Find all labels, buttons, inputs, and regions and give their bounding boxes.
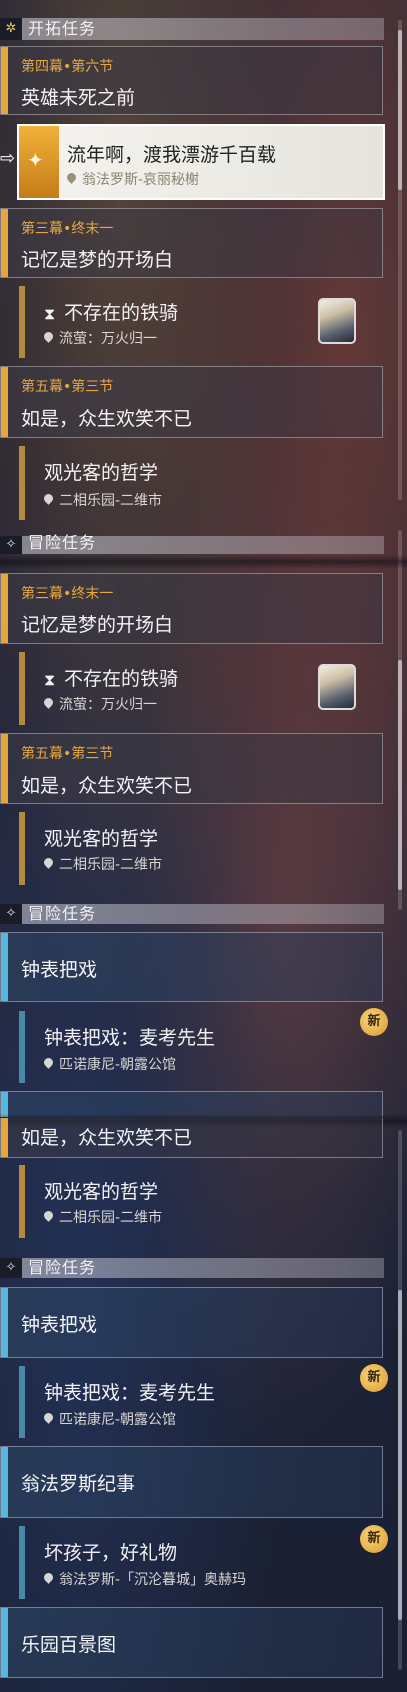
quest-title: 钟表把戏：麦考先生 xyxy=(44,1027,216,1049)
diamond-icon: ✧ xyxy=(0,536,22,554)
new-badge: 新 xyxy=(360,1364,388,1392)
new-badge: 新 xyxy=(360,1525,388,1553)
quest-location: 流萤：万火归一 xyxy=(44,694,157,714)
quest-title: 记忆是梦的开场白 xyxy=(21,249,174,271)
quest-chapter-tag: 第三幕•终末一 xyxy=(21,586,114,602)
section-header-adventure: ✧ 冒险任务 xyxy=(0,904,384,924)
sun-icon: ✲ xyxy=(0,18,22,40)
quest-title: 如是，众生欢笑不已 xyxy=(21,775,193,797)
location-pin-icon xyxy=(44,1573,53,1586)
quest-card[interactable]: 乐园百景图 xyxy=(0,1607,383,1678)
quest-title: 如是，众生欢笑不已 xyxy=(21,408,193,430)
quest-subitem[interactable]: 钟表把戏：麦考先生 匹诺康尼-朝露公馆 xyxy=(19,1011,383,1083)
quest-card[interactable]: 钟表把戏 xyxy=(0,932,383,1002)
location-pin-icon xyxy=(44,494,53,507)
quest-location: 翁法罗斯-哀丽秘榭 xyxy=(67,169,199,189)
location-pin-icon xyxy=(44,332,53,345)
quest-title: 英雄未死之前 xyxy=(21,87,136,109)
quest-title: ⧗ 不存在的铁骑 xyxy=(44,302,179,324)
quest-title: 流年啊，渡我漂游千百载 xyxy=(67,144,277,166)
quest-card[interactable]: 钟表把戏 xyxy=(0,1287,383,1358)
selection-pointer-icon: ⇨ xyxy=(0,148,16,169)
quest-card[interactable]: 第三幕•终末一 记忆是梦的开场白 xyxy=(0,573,383,644)
quest-title: 观光客的哲学 xyxy=(44,828,159,850)
quest-subitem[interactable]: 观光客的哲学 二相乐园-二维市 xyxy=(19,812,383,885)
location-pin-icon xyxy=(44,858,53,871)
quest-title: 钟表把戏 xyxy=(21,1314,98,1336)
quest-title: 翁法罗斯纪事 xyxy=(21,1473,136,1495)
section-header-trailblaze: ✲ 开拓任务 xyxy=(0,18,384,40)
quest-chapter-tag: 第三幕•终末一 xyxy=(21,221,114,237)
quest-location: 流萤：万火归一 xyxy=(44,328,157,348)
quest-card[interactable]: 第五幕•第三节 如是，众生欢笑不已 xyxy=(0,733,383,804)
quest-card[interactable]: 如是，众生欢笑不已 xyxy=(0,1118,383,1158)
section-title: 冒险任务 xyxy=(28,533,97,552)
scrollbar-thumb[interactable] xyxy=(398,30,402,190)
hourglass-icon: ⧗ xyxy=(44,670,56,689)
scrollbar-thumb[interactable] xyxy=(398,1290,402,1620)
location-pin-icon xyxy=(67,173,76,186)
quest-title: ⧗ 不存在的铁骑 xyxy=(44,668,179,690)
quest-card[interactable]: 第五幕•第三节 如是，众生欢笑不已 xyxy=(0,366,383,438)
section-title: 冒险任务 xyxy=(28,1258,97,1277)
quest-title: 钟表把戏：麦考先生 xyxy=(44,1382,216,1404)
location-pin-icon xyxy=(44,1413,53,1426)
scrollbar-thumb[interactable] xyxy=(398,660,402,890)
diamond-icon: ✧ xyxy=(0,1258,22,1278)
section-header-adventure: ✧ 冒险任务 xyxy=(0,533,384,554)
quest-card[interactable]: 第三幕•终末一 记忆是梦的开场白 xyxy=(0,208,383,278)
quest-card[interactable]: 翁法罗斯纪事 xyxy=(0,1446,383,1518)
character-avatar xyxy=(318,664,356,710)
quest-location: 二相乐园-二维市 xyxy=(44,1207,162,1227)
location-pin-icon xyxy=(44,698,53,711)
quest-title: 记忆是梦的开场白 xyxy=(21,614,174,636)
quest-title: 钟表把戏 xyxy=(21,959,98,981)
section-title: 冒险任务 xyxy=(28,904,97,923)
quest-card[interactable]: 第四幕•第六节 英雄未死之前 xyxy=(0,46,383,115)
section-title: 开拓任务 xyxy=(28,19,97,38)
quest-location: 二相乐园-二维市 xyxy=(44,854,162,874)
quest-chapter-tag: 第五幕•第三节 xyxy=(21,746,114,762)
location-pin-icon xyxy=(44,1058,53,1071)
quest-location: 二相乐园-二维市 xyxy=(44,490,162,510)
location-pin-icon xyxy=(44,1211,53,1224)
quest-location: 翁法罗斯-「沉沦暮城」奥赫玛 xyxy=(44,1569,246,1589)
quest-title: 如是，众生欢笑不已 xyxy=(21,1127,193,1149)
quest-title: 坏孩子，好礼物 xyxy=(44,1542,178,1564)
quest-title: 观光客的哲学 xyxy=(44,1181,159,1203)
quest-chapter-tag: 第五幕•第三节 xyxy=(21,379,114,395)
hourglass-icon: ⧗ xyxy=(44,304,56,323)
quest-title: 乐园百景图 xyxy=(21,1634,117,1656)
trailblaze-quest-icon: ✦ xyxy=(19,126,59,198)
quest-title: 观光客的哲学 xyxy=(44,462,159,484)
diamond-icon: ✧ xyxy=(0,904,22,924)
quest-subitem[interactable]: 观光客的哲学 二相乐园-二维市 xyxy=(19,1165,383,1238)
quest-location: 匹诺康尼-朝露公馆 xyxy=(44,1409,176,1429)
quest-subitem[interactable]: 观光客的哲学 二相乐园-二维市 xyxy=(19,446,383,520)
quest-chapter-tag: 第四幕•第六节 xyxy=(21,59,114,75)
character-avatar xyxy=(318,298,356,344)
new-badge: 新 xyxy=(360,1008,388,1036)
quest-location: 匹诺康尼-朝露公馆 xyxy=(44,1054,176,1074)
selected-quest[interactable]: ✦ 流年啊，渡我漂游千百载 翁法罗斯-哀丽秘榭 xyxy=(17,124,385,200)
section-header-adventure: ✧ 冒险任务 xyxy=(0,1258,384,1278)
quest-subitem[interactable]: 钟表把戏：麦考先生 匹诺康尼-朝露公馆 xyxy=(19,1366,383,1438)
quest-subitem[interactable]: 坏孩子，好礼物 翁法罗斯-「沉沦暮城」奥赫玛 xyxy=(19,1526,383,1599)
